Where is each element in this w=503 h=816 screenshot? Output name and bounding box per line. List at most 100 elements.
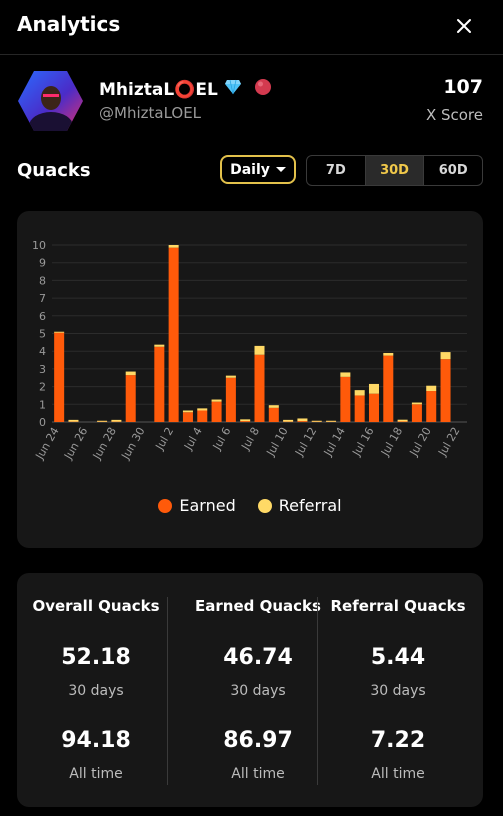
y-tick-label: 5 [39,328,46,341]
bar-earned [354,395,365,422]
x-tick-label: Jun 26 [61,425,90,462]
stat-period-value: 46.74 [223,645,293,670]
bar-referral [326,420,337,422]
analytics-panel: Analytics MhiztaL⭕EL @MhiztaLOEL 107 X S… [0,0,503,816]
bar-earned [168,247,179,422]
bar-earned [397,421,408,422]
range-7d[interactable]: 7D [307,156,366,185]
diamond-icon [224,79,242,100]
bar-earned [197,410,208,422]
x-tick-label: Jul 10 [264,425,291,459]
stat-period-value: 52.18 [61,645,131,670]
x-tick-label: Jul 2 [153,425,177,453]
referral-dot-icon [257,498,272,513]
bar-referral [368,383,379,394]
stat-period-label: 30 days [68,683,124,699]
profile-section: MhiztaL⭕EL @MhiztaLOEL 107 X Score [0,54,503,150]
bar-referral [211,399,222,402]
x-score-value: 107 [443,76,483,98]
stat-alltime-label: All time [231,766,285,782]
bar-earned [426,391,437,422]
bar-referral [297,418,308,422]
range-60d[interactable]: 60D [424,156,482,185]
divider [317,597,318,785]
red-orb-icon [254,78,272,101]
stat-period-label: 30 days [230,683,286,699]
stat-title: Earned Quacks [195,597,321,615]
stat-alltime-value: 86.97 [223,728,293,753]
bar-referral [68,419,79,422]
bar-referral [440,352,451,360]
bar-earned [182,412,193,422]
stat-referral: Referral Quacks 5.44 30 days 7.22 All ti… [323,573,473,807]
bar-referral [197,408,208,411]
x-tick-label: Jul 18 [378,425,405,459]
avatar [17,70,84,132]
profile-handle: @MhiztaLOEL [99,104,202,122]
bar-referral [54,331,65,333]
close-icon[interactable] [452,14,476,38]
stat-alltime-label: All time [371,766,425,782]
period-dropdown-label: Daily [230,161,270,178]
legend-label-earned: Earned [179,496,236,515]
y-tick-label: 7 [39,292,46,305]
range-toggle: 7D 30D 60D [306,155,483,186]
bar-referral [168,245,179,248]
divider [167,597,168,785]
x-tick-label: Jul 20 [407,425,434,459]
x-tick-label: Jul 6 [210,425,234,453]
y-tick-label: 9 [39,257,46,270]
x-tick-label: Jun 24 [33,425,62,462]
caret-down-icon [275,167,286,172]
bar-referral [383,352,394,356]
stat-title: Referral Quacks [330,597,466,615]
x-tick-label: Jul 16 [349,425,376,459]
chart-card: 0 1 2 3 4 5 6 7 8 9 10 Jun 24 Jun 26 Jun 28 Jun 30 Jul … [17,211,483,548]
stats-card: Overall Quacks 52.18 30 days 94.18 All t… [17,573,483,807]
x-tick-label: Jul 8 [238,425,262,453]
bar-referral [311,420,322,422]
bar-referral [154,344,165,347]
bar-earned [383,355,394,422]
bar-earned [254,354,265,422]
x-tick-label: Jul 12 [292,425,319,459]
bar-earned [268,407,279,422]
x-tick-label: Jun 28 [90,425,119,462]
bar-referral [125,371,136,376]
page-title: Analytics [17,12,121,36]
bar-referral [225,375,236,378]
y-tick-label: 1 [39,398,46,411]
range-30d[interactable]: 30D [365,156,425,185]
bar-referral [268,405,279,408]
profile-name: MhiztaL⭕EL [99,79,218,100]
bar-referral [340,372,351,377]
quacks-bar-chart: 012345678910Jun 24 Jun 26 Jun 28 Jun 30 Jul … [32,239,467,462]
bar-earned [54,332,65,422]
stat-alltime-label: All time [69,766,123,782]
legend-item-referral[interactable]: Referral [257,496,342,515]
bar-referral [426,385,437,392]
legend-label-referral: Referral [278,496,342,515]
earned-dot-icon [158,498,173,513]
bar-earned [225,377,236,422]
y-tick-label: 3 [39,363,46,376]
bar-earned [125,375,136,422]
bar-earned [440,359,451,422]
bar-earned [211,401,222,422]
bar-referral [254,345,265,355]
y-tick-label: 0 [39,416,46,429]
legend-item-earned[interactable]: Earned [158,496,236,515]
bar-referral [411,402,422,405]
profile-name-row: MhiztaL⭕EL [99,78,272,101]
y-tick-label: 10 [32,239,46,252]
stat-earned: Earned Quacks 46.74 30 days 86.97 All ti… [183,573,333,807]
period-dropdown[interactable]: Daily [220,155,296,184]
bar-earned [340,376,351,422]
bar-earned [297,421,308,422]
x-score-label: X Score [425,106,483,124]
bar-referral [354,390,365,396]
bar-referral [111,419,122,422]
header: Analytics [0,0,503,55]
y-tick-label: 4 [39,345,46,358]
x-tick-label: Jul 22 [435,425,462,459]
